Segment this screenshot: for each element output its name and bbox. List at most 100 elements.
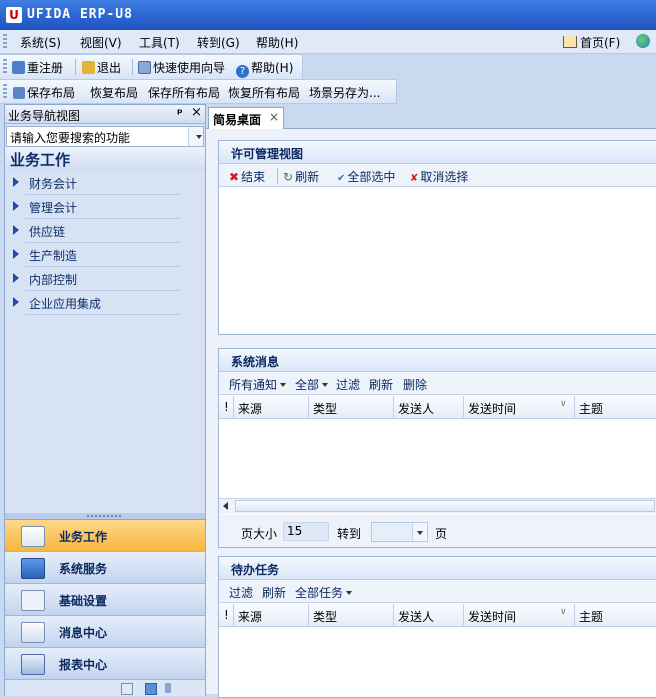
save-icon	[13, 87, 25, 99]
business-work-button[interactable]: 业务工作	[5, 519, 205, 551]
red-x-icon: ✖	[229, 170, 240, 184]
function-search-input[interactable]: 请输入您要搜索的功能	[10, 129, 130, 146]
nav-item-enterprise-integration[interactable]: 企业应用集成	[5, 291, 205, 315]
refresh-button[interactable]: ↻ 刷新	[283, 168, 319, 185]
exit-icon	[82, 61, 95, 74]
col-type[interactable]: 类型	[309, 604, 394, 626]
col-priority[interactable]: !	[219, 396, 234, 418]
messages-toolbar: 所有通知 全部 过滤 刷新 删除	[219, 372, 656, 395]
end-button[interactable]: ✖ 结束	[229, 168, 265, 185]
scroll-left-icon[interactable]	[223, 502, 228, 510]
menu-tools[interactable]: 工具(T)	[139, 34, 180, 51]
chevron-down-icon	[280, 383, 287, 387]
deselect-button[interactable]: ✘ 取消选择	[410, 168, 468, 185]
quick-wizard-button[interactable]: 快速使用向导	[138, 59, 225, 76]
main-toolbar: 重注册 退出 快速使用向导 ? 帮助(H)	[0, 54, 303, 80]
save-scene-as-button[interactable]: 场景另存为...	[309, 84, 380, 101]
system-services-button[interactable]: 系统服务	[5, 551, 205, 583]
nav-item-internal-control[interactable]: 内部控制	[5, 267, 205, 291]
grid-icon[interactable]	[145, 683, 157, 695]
system-messages-panel: 系统消息 所有通知 全部 过滤 刷新 删除 ! 来源 类型 发送人 发送时间 ∨ …	[218, 348, 656, 548]
menu-view[interactable]: 视图(V)	[80, 34, 122, 51]
home-icon	[563, 36, 577, 48]
col-sender[interactable]: 发送人	[394, 396, 464, 418]
sort-icon: ∨	[560, 607, 567, 617]
help-button[interactable]: ? 帮助(H)	[236, 59, 293, 78]
all-notifications-dropdown[interactable]: 所有通知	[229, 376, 287, 393]
save-all-layouts-button[interactable]: 保存所有布局	[148, 84, 220, 101]
nav-item-supply-chain[interactable]: 供应链	[5, 219, 205, 243]
page-unit-label: 页	[435, 527, 448, 541]
delete-button[interactable]: 删除	[403, 376, 427, 393]
col-subject[interactable]: 主题	[575, 604, 656, 626]
expand-arrow-icon	[13, 177, 19, 187]
pin-icon[interactable]: ᵖ	[177, 106, 183, 120]
toolbar-divider	[132, 59, 133, 75]
relogin-icon	[12, 61, 25, 74]
col-label: 发送人	[398, 402, 435, 416]
nav-footer-bar	[5, 679, 205, 696]
col-source[interactable]: 来源	[234, 396, 309, 418]
restore-layout-button[interactable]: 恢复布局	[90, 84, 138, 101]
filter-button[interactable]: 过滤	[336, 376, 360, 393]
col-send-time[interactable]: 发送时间 ∨	[464, 396, 575, 418]
deselect-icon: ✘	[410, 173, 419, 184]
page-size-label: 页大小	[241, 527, 278, 541]
chevron-icon[interactable]	[165, 683, 171, 693]
tasks-panel-header: 待办任务	[219, 557, 656, 580]
save-layout-button[interactable]: 保存布局	[13, 84, 75, 101]
select-all-button[interactable]: ✔ 全部选中	[337, 168, 395, 185]
search-dropdown-button[interactable]	[188, 127, 203, 146]
function-search-box[interactable]: 请输入您要搜索的功能	[6, 126, 204, 147]
close-icon[interactable]: ×	[269, 110, 279, 124]
refresh-button[interactable]: 刷新	[262, 584, 286, 601]
menu-system[interactable]: 系统(S)	[20, 34, 61, 51]
col-sender[interactable]: 发送人	[394, 604, 464, 626]
col-label: 来源	[238, 402, 263, 416]
nav-item-financial-accounting[interactable]: 财务会计	[5, 171, 205, 195]
menu-bar: 系统(S) 视图(V) 工具(T) 转到(G) 帮助(H) 首页(F)	[0, 30, 656, 54]
scrollbar-thumb[interactable]	[235, 500, 655, 512]
menu-grip-handle[interactable]	[3, 34, 7, 50]
nav-item-label: 企业应用集成	[29, 297, 102, 311]
all-dropdown[interactable]: 全部	[295, 376, 329, 393]
page-size-input[interactable]: 15	[283, 522, 329, 541]
col-subject[interactable]: 主题	[575, 396, 656, 418]
col-label: 发送人	[398, 610, 435, 624]
message-center-button[interactable]: 消息中心	[5, 615, 205, 647]
refresh-button[interactable]: 刷新	[369, 376, 393, 393]
exit-button[interactable]: 退出	[82, 59, 121, 76]
goto-page-select[interactable]	[371, 522, 428, 542]
filter-button[interactable]: 过滤	[229, 584, 253, 601]
app-title: UFIDA ERP-U8	[27, 7, 133, 22]
col-send-time[interactable]: 发送时间 ∨	[464, 604, 575, 626]
nav-item-management-accounting[interactable]: 管理会计	[5, 195, 205, 219]
col-type[interactable]: 类型	[309, 396, 394, 418]
horizontal-scrollbar[interactable]	[219, 498, 656, 514]
restore-all-layouts-button[interactable]: 恢复所有布局	[228, 84, 300, 101]
nav-item-manufacturing[interactable]: 生产制造	[5, 243, 205, 267]
nav-item-label: 供应链	[29, 225, 66, 239]
all-tasks-dropdown[interactable]: 全部任务	[295, 584, 353, 601]
menu-help[interactable]: 帮助(H)	[256, 34, 298, 51]
col-source[interactable]: 来源	[234, 604, 309, 626]
col-label: 主题	[579, 610, 604, 624]
close-icon[interactable]: ×	[191, 105, 202, 120]
globe-icon[interactable]	[636, 34, 650, 48]
toolbar-grip-handle[interactable]	[3, 59, 7, 75]
refresh-icon: ↻	[283, 170, 294, 184]
report-center-button[interactable]: 报表中心	[5, 647, 205, 679]
basic-settings-button[interactable]: 基础设置	[5, 583, 205, 615]
goto-dropdown-button[interactable]	[412, 523, 427, 541]
page-icon[interactable]	[121, 683, 133, 695]
basic-settings-label: 基础设置	[59, 594, 108, 608]
menu-goto[interactable]: 转到(G)	[197, 34, 240, 51]
expand-arrow-icon	[13, 297, 19, 307]
home-button[interactable]: 首页(F)	[563, 34, 620, 51]
tab-label: 简易桌面	[213, 113, 262, 127]
relogin-button[interactable]: 重注册	[12, 59, 63, 76]
tab-simple-desktop[interactable]: 简易桌面 ×	[208, 107, 284, 129]
col-priority[interactable]: !	[219, 604, 234, 626]
goto-label: 转到	[337, 527, 362, 541]
toolbar-grip-handle[interactable]	[3, 84, 7, 100]
